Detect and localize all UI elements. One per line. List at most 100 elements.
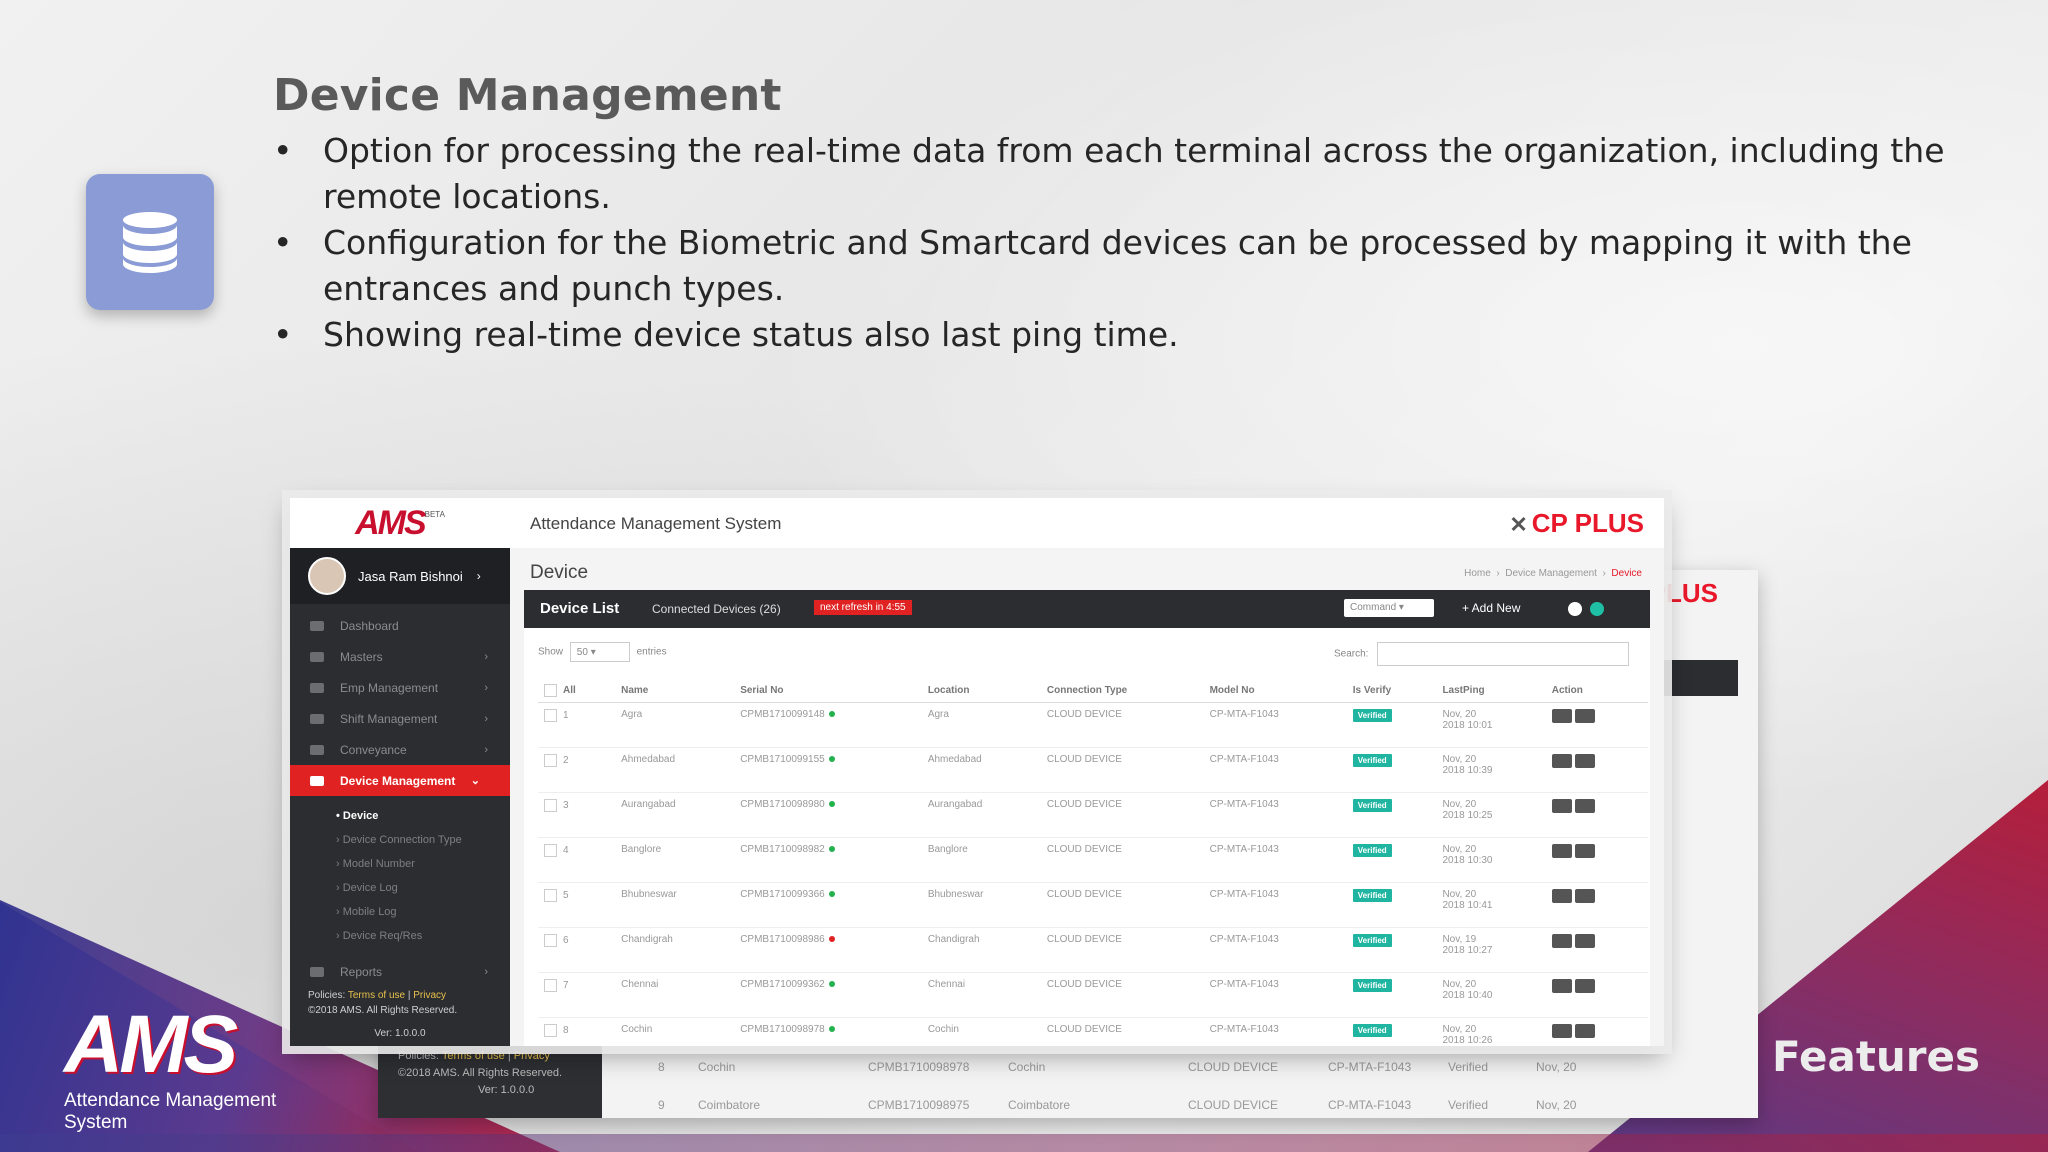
row-checkbox[interactable] <box>544 754 557 767</box>
sidebar-item-masters[interactable]: Masters › <box>290 641 510 672</box>
row-select[interactable]: 7 <box>538 972 616 1018</box>
app-logo[interactable]: AMS BETA <box>290 498 510 548</box>
edit-icon[interactable] <box>1551 844 1572 858</box>
sidebar-item-shift-management[interactable]: Shift Management › <box>290 703 510 734</box>
settings-icon[interactable] <box>1568 602 1582 616</box>
select-all-checkbox[interactable] <box>544 683 557 697</box>
edit-icon[interactable] <box>1551 889 1572 903</box>
sidebar-item-emp-management[interactable]: Emp Management › <box>290 672 510 703</box>
cell-location: Chandigrah <box>921 927 1041 973</box>
subnav-device-log[interactable]: › Device Log <box>336 882 398 894</box>
view-icon[interactable] <box>1574 979 1595 993</box>
row-select[interactable]: 2 <box>538 747 616 793</box>
edit-icon[interactable] <box>1551 709 1572 723</box>
subnav-model-number[interactable]: › Model Number <box>336 858 415 870</box>
table-row[interactable]: 7 Chennai CPMB1710099362 Chennai CLOUD DEVIC… <box>538 972 1648 1018</box>
breadcrumb-home[interactable]: Home <box>1464 568 1491 579</box>
cell-location: Banglore <box>921 837 1041 883</box>
row-checkbox[interactable] <box>544 1024 557 1037</box>
cell-last-ping: Nov, 20 2018 10:30 <box>1436 837 1546 883</box>
row-checkbox[interactable] <box>544 844 557 857</box>
column-location[interactable]: Location <box>921 678 1041 703</box>
view-icon[interactable] <box>1574 844 1595 858</box>
verified-badge: Verified <box>1352 934 1392 947</box>
brand-name: CP PLUS <box>1531 508 1644 538</box>
search-label: Search: <box>1334 648 1369 660</box>
table-row[interactable]: 8 Cochin CPMB1710098978 Cochin CLOUD DEVICE C… <box>538 1017 1648 1046</box>
table-row[interactable]: 4 Banglore CPMB1710098982 Banglore CLOUD DEV… <box>538 837 1648 883</box>
subnav-mobile-log[interactable]: › Mobile Log <box>336 906 397 918</box>
app-logo-mark: BETA <box>424 510 445 519</box>
terms-link[interactable]: Terms of use <box>348 990 405 1001</box>
sidebar-item-device-management[interactable]: Device Management ⌄ <box>290 765 510 796</box>
cell-action <box>1545 747 1648 793</box>
edit-icon[interactable] <box>1551 799 1572 813</box>
cell-name: Chandigrah <box>615 927 735 973</box>
table-row[interactable]: 6 Chandigrah CPMB1710098986 Chandigrah CLOUD… <box>538 927 1648 973</box>
clock-icon <box>310 713 324 724</box>
view-icon[interactable] <box>1574 934 1595 948</box>
cell-verify: Verified <box>1346 702 1437 748</box>
breadcrumb-device-management[interactable]: Device Management <box>1505 568 1597 579</box>
sidebar-item-label: Masters <box>340 649 383 664</box>
edit-icon[interactable] <box>1551 979 1572 993</box>
sidebar-item-conveyance[interactable]: Conveyance › <box>290 734 510 765</box>
sidebar-item-dashboard[interactable]: Dashboard <box>290 610 510 641</box>
status-icon[interactable] <box>1590 602 1604 616</box>
row-select[interactable]: 5 <box>538 882 616 928</box>
status-dot-icon <box>828 801 835 808</box>
subnav-device[interactable]: • Device <box>336 810 378 822</box>
command-select[interactable]: Command ▾ <box>1344 599 1434 617</box>
column-is-verify[interactable]: Is Verify <box>1346 678 1437 703</box>
laptop-icon <box>310 620 324 631</box>
view-icon[interactable] <box>1574 754 1595 768</box>
add-new-button[interactable]: + Add New <box>1462 601 1520 615</box>
table-row[interactable]: 2 Ahmedabad CPMB1710099155 Ahmedabad CLOUD D… <box>538 747 1648 793</box>
verified-badge: Verified <box>1352 709 1392 722</box>
page-size-select[interactable]: 50 ▾ <box>569 642 630 662</box>
search-input[interactable] <box>1377 642 1630 666</box>
table-row[interactable]: 3 Aurangabad CPMB1710098980 Aurangabad CLOUD… <box>538 792 1648 838</box>
column-connection-type[interactable]: Connection Type <box>1040 678 1204 703</box>
sidebar-item-reports[interactable]: Reports › <box>290 956 510 987</box>
cell-model: CP-MTA-F1043 <box>1203 747 1347 793</box>
row-checkbox[interactable] <box>544 979 557 992</box>
column-last-ping[interactable]: LastPing <box>1436 678 1546 703</box>
column-serial[interactable]: Serial No <box>734 678 922 703</box>
user-icon <box>310 682 324 693</box>
user-profile[interactable]: Jasa Ram Bishnoi › <box>290 548 510 604</box>
row-select[interactable]: 4 <box>538 837 616 883</box>
sidebar-item-label: Emp Management <box>340 680 439 695</box>
view-icon[interactable] <box>1574 799 1595 813</box>
subnav-device-req-res[interactable]: › Device Req/Res <box>336 930 422 942</box>
cell-serial: CPMB1710098986 <box>734 927 922 973</box>
cell-location: Aurangabad <box>921 792 1041 838</box>
cell-model: CP-MTA-F1043 <box>1203 837 1347 883</box>
subnav-device-connection-type[interactable]: › Device Connection Type <box>336 834 462 846</box>
view-icon[interactable] <box>1574 1024 1595 1038</box>
row-checkbox[interactable] <box>544 934 557 947</box>
table-row[interactable]: 1 Agra CPMB1710099148 Agra CLOUD DEVICE CP-MT… <box>538 702 1648 748</box>
edit-icon[interactable] <box>1551 754 1572 768</box>
row-checkbox[interactable] <box>544 799 557 812</box>
row-select[interactable]: 6 <box>538 927 616 973</box>
view-icon[interactable] <box>1574 889 1595 903</box>
column-model[interactable]: Model No <box>1203 678 1347 703</box>
show-label: Show <box>538 646 564 658</box>
row-checkbox[interactable] <box>544 889 557 902</box>
privacy-link[interactable]: Privacy <box>413 990 446 1001</box>
row-select[interactable]: 1 <box>538 702 616 748</box>
row-checkbox[interactable] <box>544 709 557 722</box>
column-name[interactable]: Name <box>615 678 735 703</box>
column-all[interactable]: All <box>538 678 616 703</box>
row-select[interactable]: 3 <box>538 792 616 838</box>
row-select[interactable]: 8 <box>538 1017 616 1046</box>
footer-policies: Policies: <box>308 990 346 1001</box>
table-row[interactable]: 5 Bhubneswar CPMB1710099366 Bhubneswar CLOUD… <box>538 882 1648 928</box>
view-icon[interactable] <box>1574 709 1595 723</box>
edit-icon[interactable] <box>1551 1024 1572 1038</box>
edit-icon[interactable] <box>1551 934 1572 948</box>
ghost-footer-copy: ©2018 AMS. All Rights Reserved. <box>398 1067 563 1079</box>
main-content: Device Home › Device Management › Device… <box>510 548 1664 1046</box>
cell-name: Ahmedabad <box>615 747 735 793</box>
